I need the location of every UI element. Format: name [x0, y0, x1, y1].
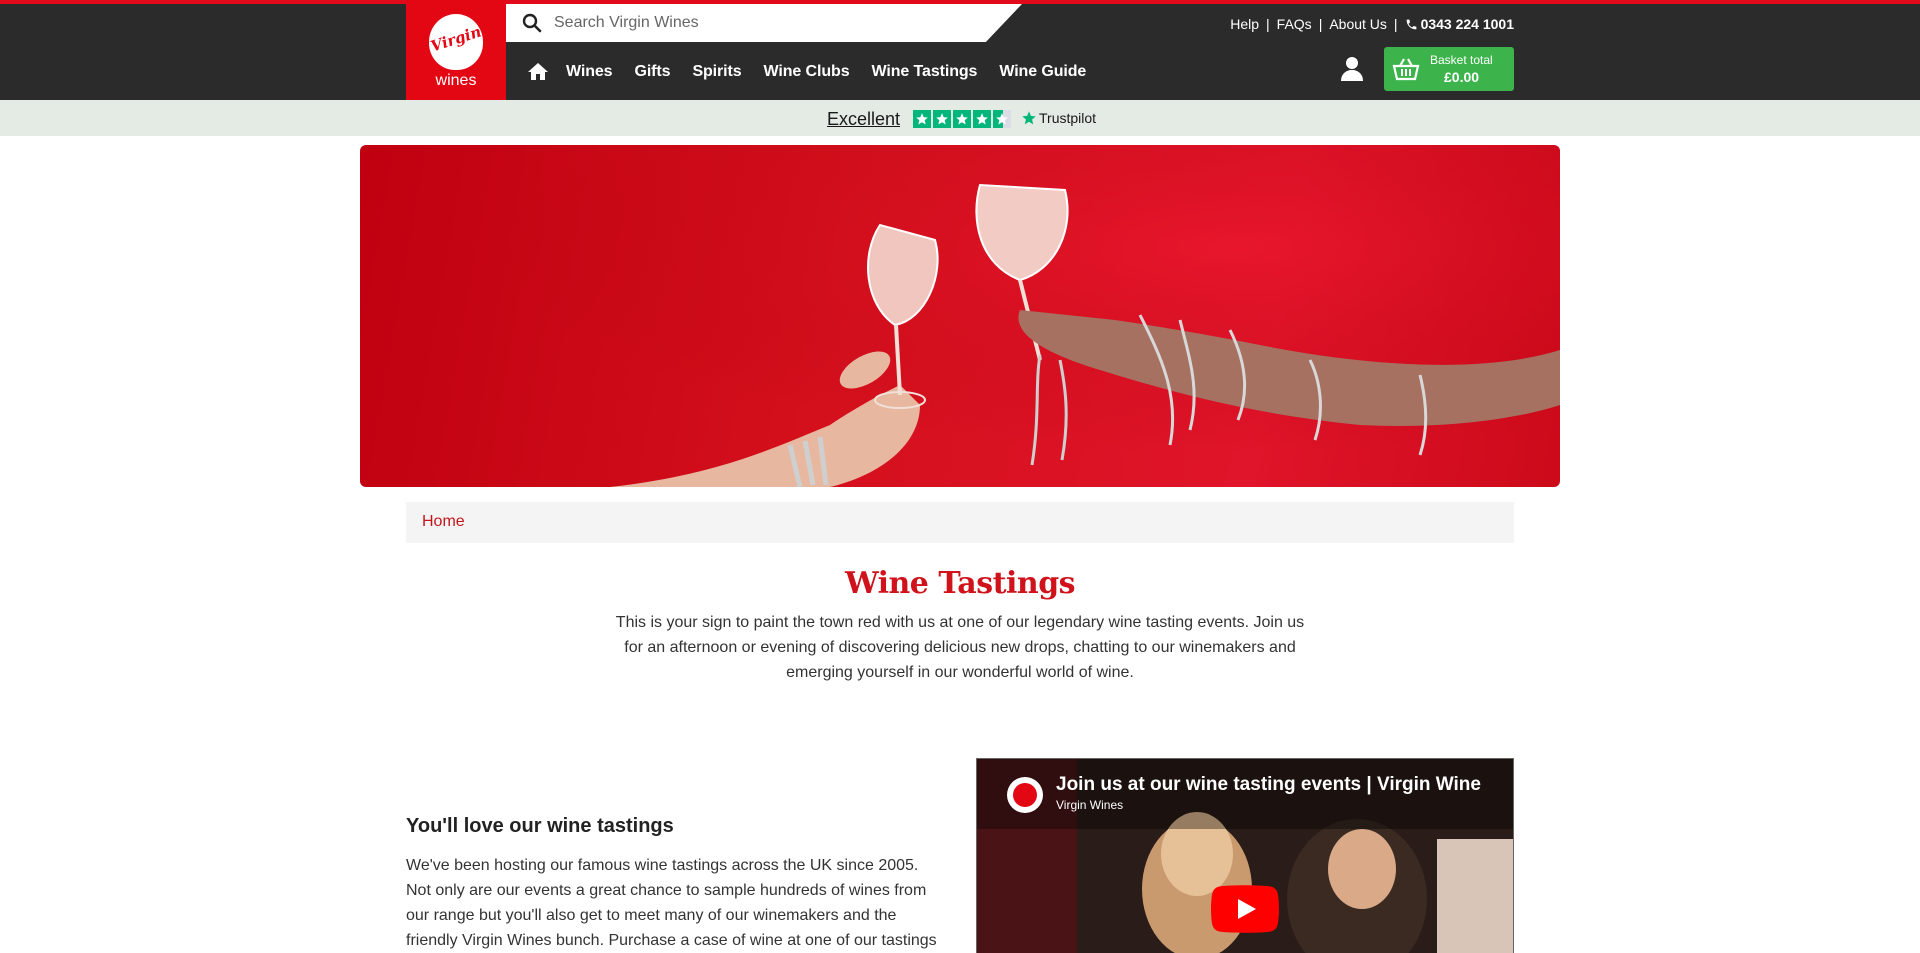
utility-links: Help | FAQs | About Us | 0343 224 1001: [1230, 16, 1514, 32]
video-title[interactable]: Join us at our wine tasting events | Vir…: [1056, 774, 1481, 796]
basket-label: Basket total: [1430, 53, 1493, 67]
home-icon[interactable]: [526, 60, 550, 84]
phone-icon: [1406, 19, 1416, 29]
basket-amount: £0.00: [1444, 69, 1480, 85]
play-button-icon[interactable]: [1211, 885, 1279, 933]
main-nav: Wines Gifts Spirits Wine Clubs Wine Tast…: [526, 60, 1108, 84]
hero-banner: [360, 145, 1560, 487]
breadcrumb: Home: [406, 502, 1514, 543]
hero-image: [360, 145, 1560, 487]
section-text: We've been hosting our famous wine tasti…: [406, 857, 937, 949]
phone-number: 0343 224 1001: [1420, 16, 1514, 32]
phone-link[interactable]: 0343 224 1001: [1405, 16, 1514, 32]
divider: |: [1318, 16, 1323, 32]
header-top-accent: [0, 0, 1920, 4]
star-icon: [933, 110, 951, 128]
account-icon[interactable]: [1340, 56, 1364, 82]
basket-icon: [1392, 58, 1420, 81]
video-embed[interactable]: Join us at our wine tasting events | Vir…: [976, 758, 1514, 953]
search-bar[interactable]: [506, 4, 1022, 42]
basket-button[interactable]: Basket total £0.00: [1384, 47, 1514, 91]
trustpilot-star-icon: [1022, 111, 1036, 125]
nav-gifts[interactable]: Gifts: [634, 63, 670, 81]
trustpilot-bar[interactable]: Excellent Trustpilot: [0, 100, 1920, 136]
nav-wine-tastings[interactable]: Wine Tastings: [872, 63, 978, 81]
star-icon: [973, 110, 991, 128]
search-icon[interactable]: [522, 13, 542, 33]
nav-wine-clubs[interactable]: Wine Clubs: [764, 63, 850, 81]
nav-wine-guide[interactable]: Wine Guide: [999, 63, 1086, 81]
star-icon: [993, 110, 1011, 128]
logo-wordmark: wines: [435, 72, 477, 89]
nav-wines[interactable]: Wines: [566, 63, 613, 81]
search-input[interactable]: [554, 10, 954, 36]
star-icon: [913, 110, 931, 128]
breadcrumb-home[interactable]: Home: [422, 513, 465, 531]
divider: |: [1393, 16, 1398, 32]
site-header: Virgin wines Help | FAQs | About Us | 03…: [0, 0, 1920, 100]
divider: |: [1266, 16, 1270, 32]
page-title: Wine Tastings: [844, 566, 1076, 601]
page-intro: This is your sign to paint the town red …: [615, 614, 1305, 681]
channel-avatar[interactable]: [1007, 777, 1043, 813]
trustpilot-stars: [913, 110, 1011, 128]
section-heading: You'll love our wine tastings: [406, 815, 674, 837]
trustpilot-logo[interactable]: Trustpilot: [1021, 110, 1096, 126]
video-channel: Virgin Wines: [1056, 798, 1124, 812]
trustpilot-brand: Trustpilot: [1039, 110, 1097, 126]
nav-spirits[interactable]: Spirits: [692, 63, 741, 81]
help-link[interactable]: Help: [1230, 16, 1259, 32]
trustpilot-rating-text[interactable]: Excellent: [827, 109, 900, 130]
about-us-link[interactable]: About Us: [1329, 16, 1387, 32]
virgin-wines-logo[interactable]: Virgin wines: [406, 0, 506, 100]
star-icon: [953, 110, 971, 128]
faqs-link[interactable]: FAQs: [1277, 16, 1312, 32]
